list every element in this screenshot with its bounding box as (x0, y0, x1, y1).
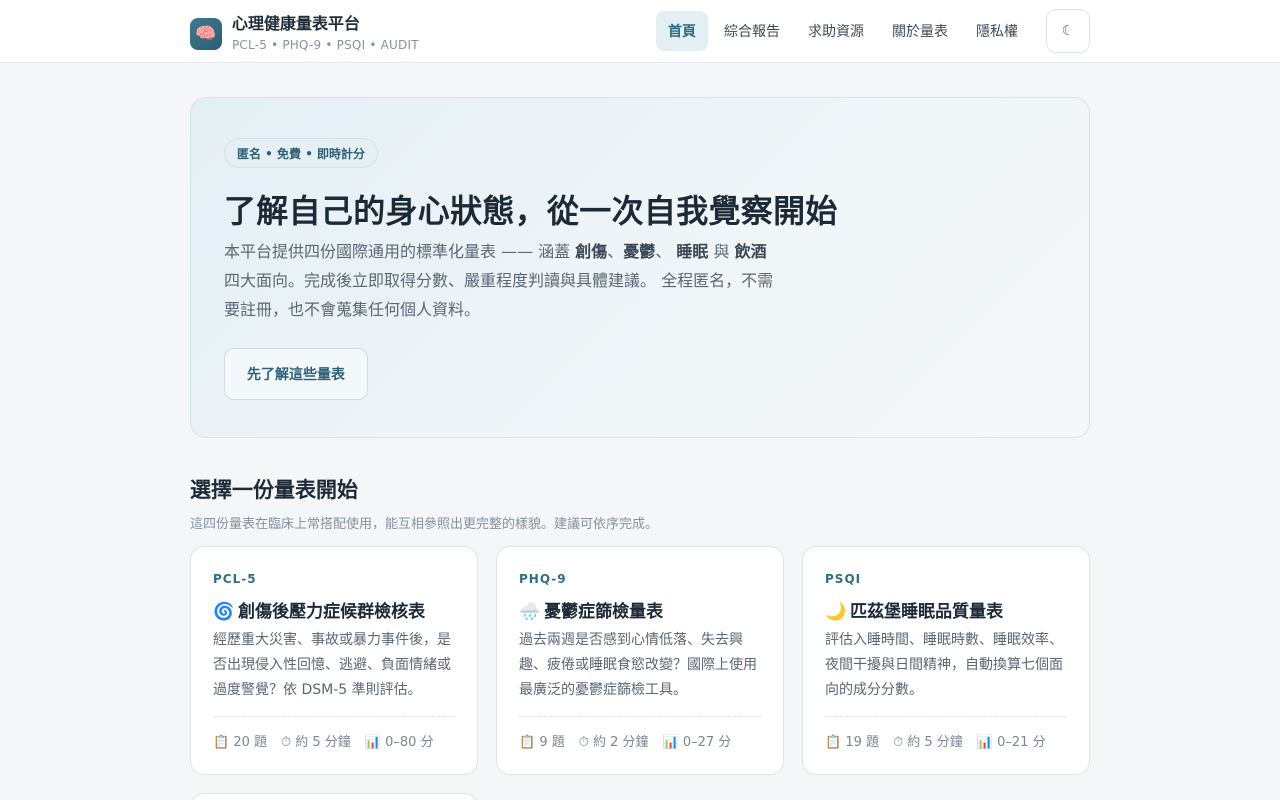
scale-card-partial[interactable] (190, 793, 478, 800)
scale-code: PCL-5 (213, 572, 257, 586)
scale-title: 🌧️ 憂鬱症篩檢量表 (519, 597, 663, 622)
item-count: 📋 20 題 (213, 735, 267, 750)
hero-panel: 匿名 • 免費 • 即時計分 了解自己的身心狀態，從一次自我覺察開始 本平台提供… (190, 97, 1090, 438)
item-count: 📋 19 題 (825, 735, 879, 750)
divider (213, 716, 455, 717)
theme-toggle-button[interactable]: ☾ (1046, 9, 1090, 53)
duration: ⏱ 約 5 分鐘 (281, 735, 351, 750)
hero-badge: 匿名 • 免費 • 即時計分 (224, 138, 379, 168)
scale-title-text: 憂鬱症篩檢量表 (544, 602, 664, 622)
scale-card-phq9[interactable]: PHQ-9 🌧️ 憂鬱症篩檢量表 過去兩週是否感到心情低落、失去興趣、疲倦或睡眠食… (496, 546, 784, 775)
scale-meta: 📋 9 題 ⏱ 約 2 分鐘 📊 0–27 分 (519, 731, 745, 750)
score-range: 📊 0–80 分 (364, 735, 434, 750)
divider (825, 716, 1067, 717)
main-nav: 首頁 綜合報告 求助資源 關於量表 隱私權 (656, 11, 1034, 51)
nav-privacy[interactable]: 隱私權 (964, 11, 1030, 51)
separator: 、 (607, 242, 624, 261)
score-range: 📊 0–27 分 (662, 735, 732, 750)
scale-meta: 📋 20 題 ⏱ 約 5 分鐘 📊 0–80 分 (213, 731, 448, 750)
scale-description: 經歷重大災害、事故或暴力事件後，是否出現侵入性回憶、逃避、負面情緒或過度警覺？依… (213, 632, 451, 698)
duration: ⏱ 約 5 分鐘 (893, 735, 963, 750)
score-range: 📊 0–21 分 (976, 735, 1046, 750)
app-title: 心理健康量表平台 (232, 14, 361, 33)
app-subtitle: PCL-5 • PHQ-9 • PSQI • AUDIT (232, 38, 419, 52)
item-count: 📋 9 題 (519, 735, 565, 750)
hero-desc-text: 四大面向。完成後立即取得分數、嚴重程度判讀與具體建議。 全程匿名，不需要註冊，也… (224, 271, 774, 319)
brand-text: 心理健康量表平台 PCL-5 • PHQ-9 • PSQI • AUDIT (232, 14, 419, 53)
nav-help-resources[interactable]: 求助資源 (796, 11, 876, 51)
scale-meta: 📋 19 題 ⏱ 約 5 分鐘 📊 0–21 分 (825, 731, 1060, 750)
moon-icon: ☾ (1061, 23, 1075, 39)
section-title: 選擇一份量表開始 (190, 478, 358, 502)
divider (519, 716, 761, 717)
keyword-sleep: 睡眠 (676, 242, 709, 261)
moon-icon: 🌙 (825, 602, 847, 622)
scale-code: PHQ-9 (519, 572, 567, 586)
hero-description: 本平台提供四份國際通用的標準化量表 —— 涵蓋 創傷、憂鬱、 睡眠 與 飲酒 四… (224, 237, 784, 324)
separator: 與 (708, 242, 735, 261)
keyword-depression: 憂鬱 (623, 242, 656, 261)
hero-title: 了解自己的身心狀態，從一次自我覺察開始 (224, 192, 838, 230)
nav-home[interactable]: 首頁 (656, 11, 708, 51)
keyword-alcohol: 飲酒 (734, 242, 767, 261)
hero-desc-text: 本平台提供四份國際通用的標準化量表 —— 涵蓋 (224, 242, 576, 261)
scale-title-text: 匹茲堡睡眠品質量表 (850, 602, 1004, 622)
scale-description: 過去兩週是否感到心情低落、失去興趣、疲倦或睡眠食慾改變？國際上使用最廣泛的憂鬱症… (519, 632, 757, 698)
brain-icon: 🧠 (190, 17, 222, 50)
duration: ⏱ 約 2 分鐘 (578, 735, 649, 750)
scale-description: 評估入睡時間、睡眠時數、睡眠效率、夜間干擾與日間精神，自動換算七個面向的成分分數… (825, 632, 1063, 698)
nav-report[interactable]: 綜合報告 (712, 11, 792, 51)
scale-title: 🌀 創傷後壓力症候群檢核表 (213, 597, 425, 622)
scale-title: 🌙 匹茲堡睡眠品質量表 (825, 597, 1003, 622)
scale-title-text: 創傷後壓力症候群檢核表 (238, 602, 426, 622)
rain-cloud-icon: 🌧️ (519, 602, 541, 622)
learn-scales-button[interactable]: 先了解這些量表 (224, 348, 368, 400)
brand[interactable]: 🧠 心理健康量表平台 PCL-5 • PHQ-9 • PSQI • AUDIT (190, 15, 419, 52)
section-subtitle: 這四份量表在臨床上常搭配使用，能互相參照出更完整的樣貌。建議可依序完成。 (190, 517, 659, 532)
cyclone-icon: 🌀 (213, 602, 235, 622)
separator: 、 (655, 242, 677, 261)
scale-card-pcl5[interactable]: PCL-5 🌀 創傷後壓力症候群檢核表 經歷重大災害、事故或暴力事件後，是否出現侵… (190, 546, 478, 775)
top-navbar: 🧠 心理健康量表平台 PCL-5 • PHQ-9 • PSQI • AUDIT … (0, 0, 1280, 63)
nav-about-scales[interactable]: 關於量表 (880, 11, 960, 51)
scale-code: PSQI (825, 572, 862, 586)
scale-card-psqi[interactable]: PSQI 🌙 匹茲堡睡眠品質量表 評估入睡時間、睡眠時數、睡眠效率、夜間干擾與日間… (802, 546, 1090, 775)
keyword-trauma: 創傷 (575, 242, 608, 261)
